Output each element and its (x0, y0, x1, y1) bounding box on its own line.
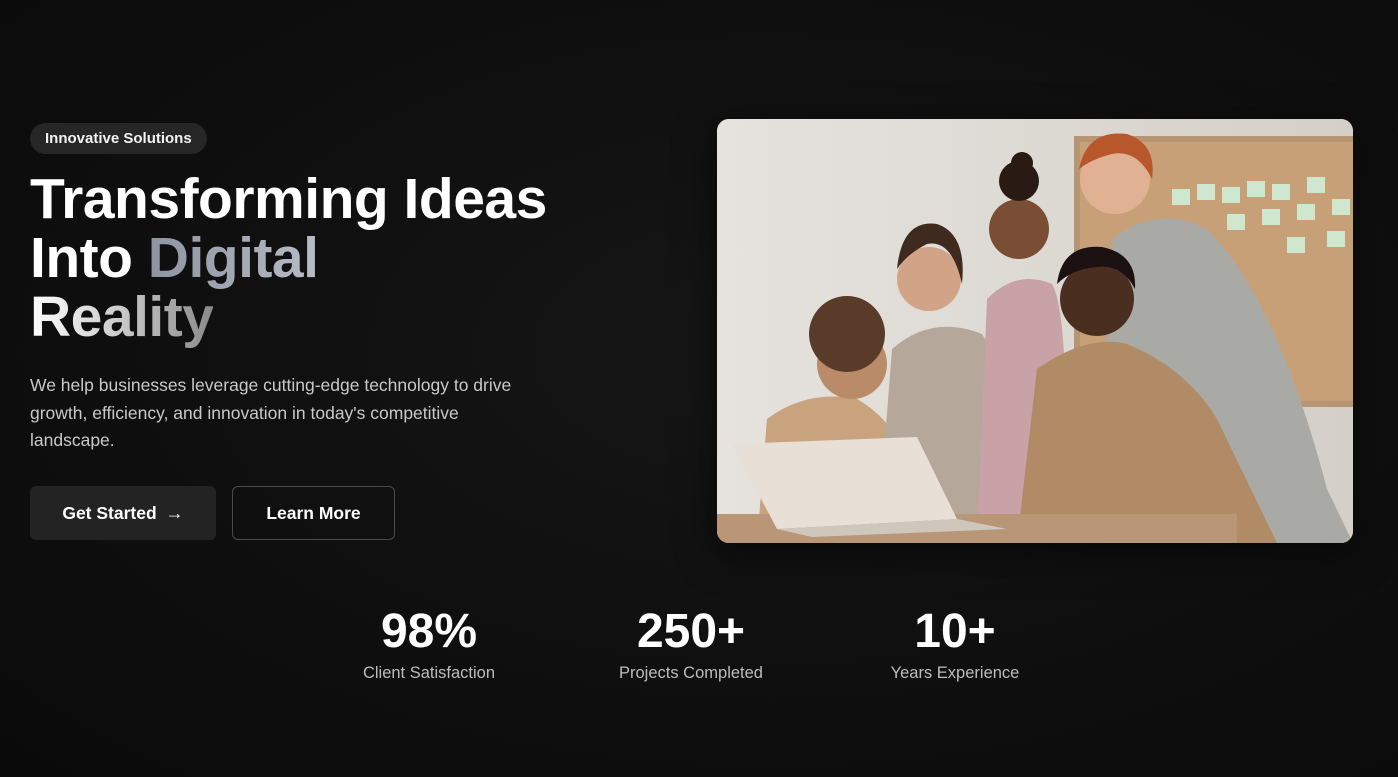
stat-projects-completed: 250+ Projects Completed (601, 603, 781, 683)
hero-badge: Innovative Solutions (30, 123, 207, 154)
stat-value: 98% (380, 605, 478, 658)
hero-headline: Transforming Ideas Into Digital Reality (30, 170, 670, 347)
stat-years-experience: 10+ Years Experience (865, 603, 1045, 683)
arrow-right-icon: → (165, 502, 184, 523)
get-started-button[interactable]: Get Started → (30, 486, 216, 540)
stat-label: Client Satisfaction (362, 664, 496, 682)
learn-more-button[interactable]: Learn More (232, 486, 395, 540)
hero-subtext: We help businesses leverage cutting-edge… (30, 375, 512, 450)
headline-line-1: Transforming Ideas (30, 167, 547, 231)
headline-line-3: Reality (30, 285, 214, 349)
stat-value: 10+ (914, 605, 996, 658)
stat-client-satisfaction: 98% Client Satisfaction (340, 603, 518, 683)
stat-label: Years Experience (890, 664, 1020, 682)
headline-accent-word: Digital (147, 226, 319, 290)
get-started-label: Get Started (62, 502, 157, 523)
hero-badge-label: Innovative Solutions (45, 130, 192, 147)
team-photo-illustration (717, 119, 1353, 543)
headline-line-2-plain: Into (30, 226, 148, 290)
stat-label: Projects Completed (619, 664, 763, 682)
learn-more-label: Learn More (266, 502, 361, 523)
team-photo (717, 119, 1353, 543)
stat-value: 250+ (636, 605, 746, 658)
headline-line-2: Into Digital (30, 229, 670, 288)
